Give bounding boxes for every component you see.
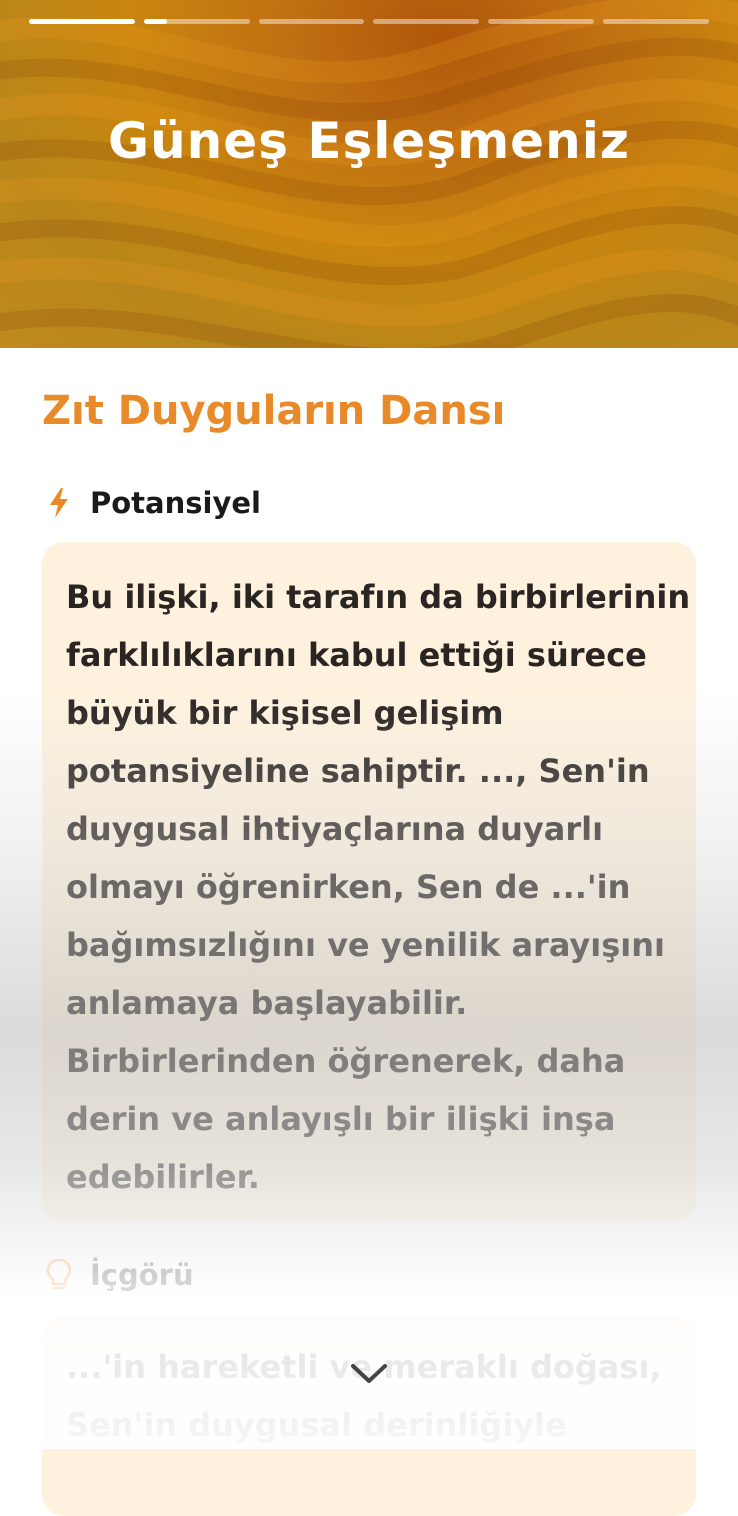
insight-label: İçgörü — [90, 1258, 194, 1292]
potential-label: Potansiyel — [90, 486, 261, 520]
lightbulb-icon — [46, 1258, 72, 1292]
story-progress-fill — [29, 19, 135, 24]
chevron-down-icon[interactable] — [349, 1362, 389, 1386]
potential-text: Bu ilişki, iki tarafın da birbirlerinin f… — [66, 568, 691, 1206]
story-progress-segment — [143, 19, 250, 24]
lightning-icon — [46, 487, 72, 519]
potential-label-row: Potansiyel — [46, 486, 261, 520]
potential-text-line: farklılıklarını kabul ettiği sürece — [66, 636, 647, 674]
section-title: Zıt Duyguların Dansı — [42, 388, 506, 434]
header-banner: Güneş Eşleşmeniz — [0, 0, 738, 348]
potential-text-line: Bu ilişki, iki tarafın da birbirlerinin — [66, 578, 691, 616]
insight-label-row: İçgörü — [46, 1258, 194, 1292]
story-progress-segment — [373, 19, 480, 24]
potential-text-line: bağımsızlığını ve yenilik arayışını — [66, 926, 666, 964]
potential-text-line: büyük bir kişisel gelişim — [66, 694, 504, 732]
story-progress-bar — [29, 19, 709, 24]
wave-pattern — [0, 0, 738, 348]
potential-text-line: duygusal ihtiyaçlarına duyarlı — [66, 810, 604, 848]
insight-text-line: Sen'in duygusal derinliğiyle — [66, 1406, 567, 1444]
story-progress-segment — [258, 19, 365, 24]
potential-text-line: anlamaya başlayabilir. — [66, 984, 468, 1022]
story-progress-segment — [29, 19, 135, 24]
story-progress-fill — [143, 19, 168, 24]
story-progress-segment — [488, 19, 595, 24]
potential-text-line: edebilirler. — [66, 1158, 260, 1196]
insight-text: ...'in hareketli ve meraklı doğası, Sen'i… — [66, 1338, 678, 1454]
story-progress-segment — [603, 19, 709, 24]
potential-text-line: potansiyeline sahiptir. ..., Sen'in — [66, 752, 650, 790]
potential-text-line: Birbirlerinden öğrenerek, daha — [66, 1042, 626, 1080]
potential-text-line: derin ve anlayışlı bir ilişki inşa — [66, 1100, 616, 1138]
potential-text-line: olmayı öğrenirken, Sen de ...'in — [66, 868, 631, 906]
page-title: Güneş Eşleşmeniz — [108, 112, 630, 170]
